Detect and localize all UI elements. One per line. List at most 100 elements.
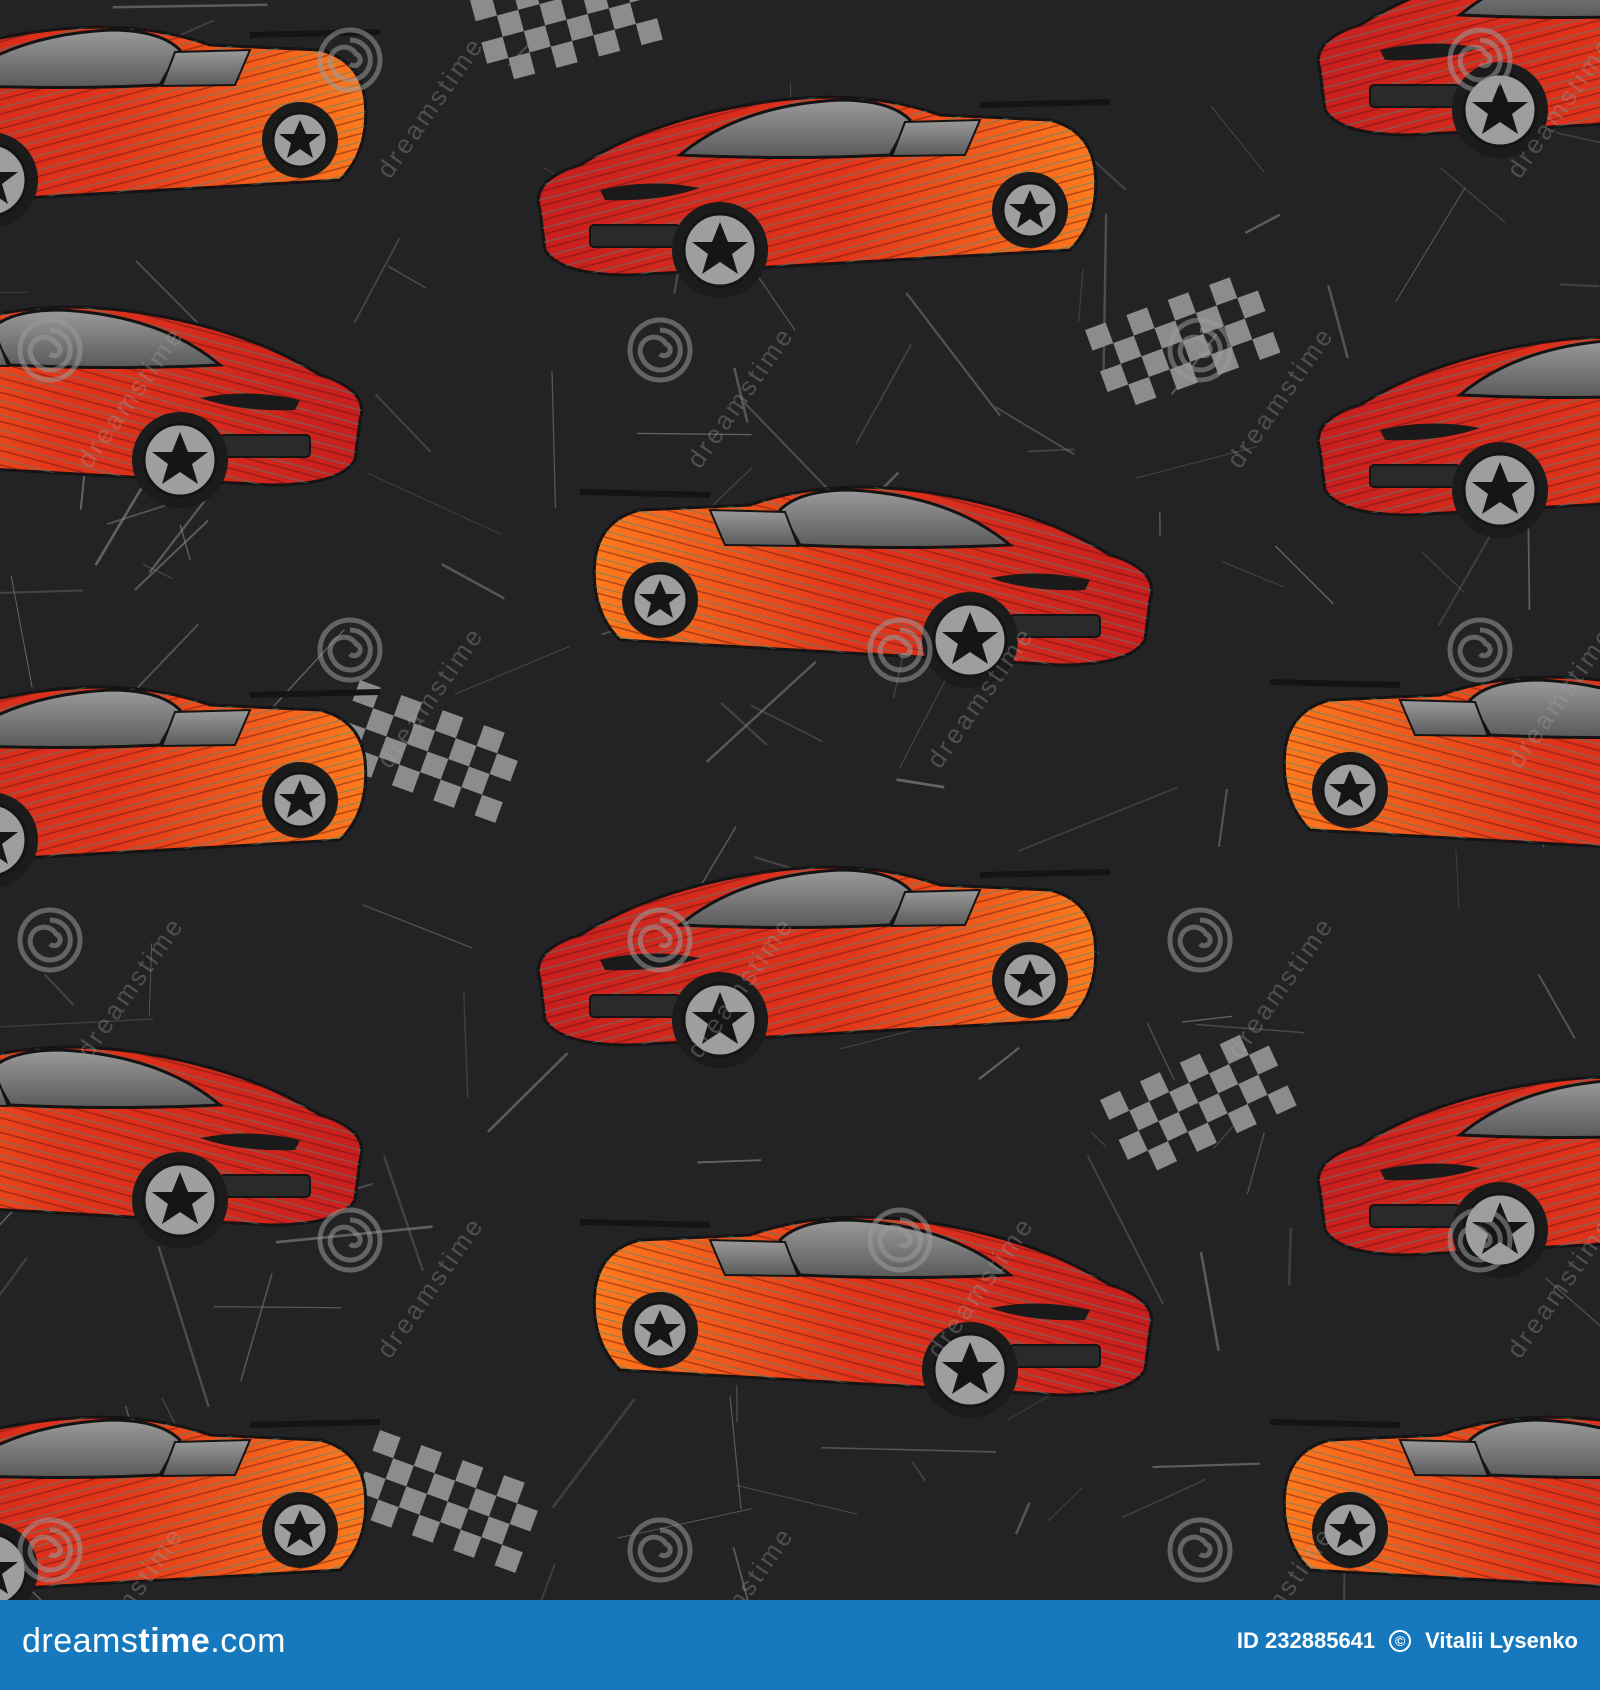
scratch-mark <box>905 292 1001 417</box>
image-credit: ID 232885641 © Vitalii Lysenko <box>1237 1628 1578 1654</box>
watermark-text: dreamstime <box>1220 910 1340 1063</box>
race-car-icon <box>538 867 1110 1068</box>
scratch-mark <box>382 1155 425 1272</box>
scratch-mark <box>855 344 912 445</box>
scratch-mark <box>368 473 502 536</box>
race-car-icon <box>0 27 380 228</box>
scratch-mark <box>112 3 268 9</box>
race-car-icon <box>538 97 1110 298</box>
scratch-mark <box>1559 283 1600 288</box>
watermark-text: dreamstime <box>680 320 800 473</box>
scratch-mark <box>1217 788 1229 848</box>
scratch-mark <box>1287 1228 1293 1286</box>
scratch-mark <box>1014 1502 1031 1535</box>
scratch-mark <box>1395 187 1466 303</box>
scratch-mark <box>353 237 401 324</box>
spiral-watermark-icon <box>630 1520 690 1580</box>
spiral-watermark-icon <box>320 1210 380 1270</box>
scratch-mark <box>0 589 83 594</box>
watermark-text: dreamstime <box>370 30 490 183</box>
scratch-mark <box>1439 167 1506 224</box>
scratch-mark <box>1555 131 1600 144</box>
scratch-mark <box>1047 1486 1084 1522</box>
checkered-flag-icon <box>1100 1025 1297 1180</box>
race-car-icon <box>0 1417 380 1600</box>
scratch-mark <box>240 1273 273 1381</box>
brand-part-1: dreams <box>22 1622 139 1660</box>
scratch-mark <box>362 904 473 949</box>
race-car-icon <box>580 487 1152 688</box>
scratch-mark <box>486 1052 569 1133</box>
scratch-mark <box>995 406 1075 455</box>
scratch-mark <box>441 563 506 600</box>
race-car-icon <box>1270 1417 1600 1600</box>
scratch-mark <box>636 432 752 436</box>
stock-footer-bar: dreamstime.com ID 232885641 © Vitalii Ly… <box>0 1600 1600 1690</box>
scratch-mark <box>1017 786 1179 853</box>
race-car-icon <box>0 687 380 888</box>
race-car-icon <box>0 1047 362 1248</box>
image-id: ID 232885641 <box>1236 1628 1376 1653</box>
scratch-mark <box>1455 849 1460 910</box>
scratch-mark <box>1211 106 1265 173</box>
scratch-mark <box>0 1018 154 1028</box>
scratch-mark <box>462 991 469 1099</box>
spiral-watermark-icon <box>320 620 380 680</box>
scratch-mark <box>821 1446 997 1453</box>
race-car-icon <box>580 1217 1152 1418</box>
scratch-mark <box>94 487 143 566</box>
scratch-mark <box>1274 545 1334 605</box>
race-car-icon <box>1318 337 1600 538</box>
author-name: Vitalii Lysenko <box>1425 1628 1578 1653</box>
scratch-mark <box>1244 213 1281 235</box>
scratch-mark <box>0 1209 15 1226</box>
scratch-mark <box>213 1306 341 1309</box>
scratch-mark <box>387 265 427 289</box>
spiral-watermark-icon <box>320 30 380 90</box>
scratch-mark <box>551 370 557 508</box>
scratch-mark <box>978 1046 1020 1081</box>
spiral-watermark-icon <box>1450 620 1510 680</box>
brand-suffix: .com <box>210 1622 286 1660</box>
pattern-artwork: dreamstime dreamstime dreamstime dreamstime… <box>0 0 1600 1600</box>
scratch-mark <box>697 1159 762 1164</box>
copyright-icon: © <box>1389 1630 1412 1652</box>
scratch-mark <box>1090 1131 1107 1148</box>
scratch-mark <box>1152 1462 1260 1469</box>
watermark-text: dreamstime <box>680 1520 800 1600</box>
spiral-watermark-icon <box>1170 1520 1230 1580</box>
watermark-text: dreamstime <box>1220 1520 1340 1600</box>
scratch-mark <box>1221 561 1284 588</box>
brand-part-2: time <box>138 1622 211 1660</box>
scratch-mark <box>1527 519 1531 611</box>
scratch-mark <box>1199 1251 1220 1351</box>
scratch-mark <box>1102 213 1108 371</box>
scratch-mark <box>911 1461 927 1482</box>
scratch-mark <box>1420 550 1465 593</box>
pattern-canvas: dreamstime dreamstime dreamstime dreamstime… <box>0 0 1600 1600</box>
scratch-mark <box>1077 269 1084 322</box>
scratch-mark <box>142 563 173 580</box>
spiral-watermark-icon <box>1170 910 1230 970</box>
scratch-mark <box>735 1484 858 1515</box>
watermark-text: dreamstime <box>70 910 190 1063</box>
scratch-mark <box>1182 1015 1233 1023</box>
scratch-mark <box>1246 1132 1265 1195</box>
checkered-flag-icon <box>349 1430 546 1573</box>
scratch-mark <box>157 1246 210 1408</box>
spiral-watermark-icon <box>20 910 80 970</box>
watermark-text: dreamstime <box>370 1210 490 1363</box>
scratch-mark <box>1122 1478 1207 1519</box>
scratch-mark <box>896 778 945 789</box>
scratch-mark <box>551 1398 636 1509</box>
scratch-mark <box>1537 974 1576 1039</box>
checkered-flag-icon <box>470 0 663 86</box>
brand-logo[interactable]: dreamstime.com <box>22 1622 286 1661</box>
scratch-mark <box>1146 1022 1175 1080</box>
scratch-mark <box>705 660 817 763</box>
scratch-mark <box>374 393 432 453</box>
race-cars-layer <box>0 0 1600 1600</box>
spiral-watermark-icon <box>630 320 690 380</box>
scratch-mark <box>134 519 209 591</box>
scratch-mark <box>0 1257 28 1297</box>
